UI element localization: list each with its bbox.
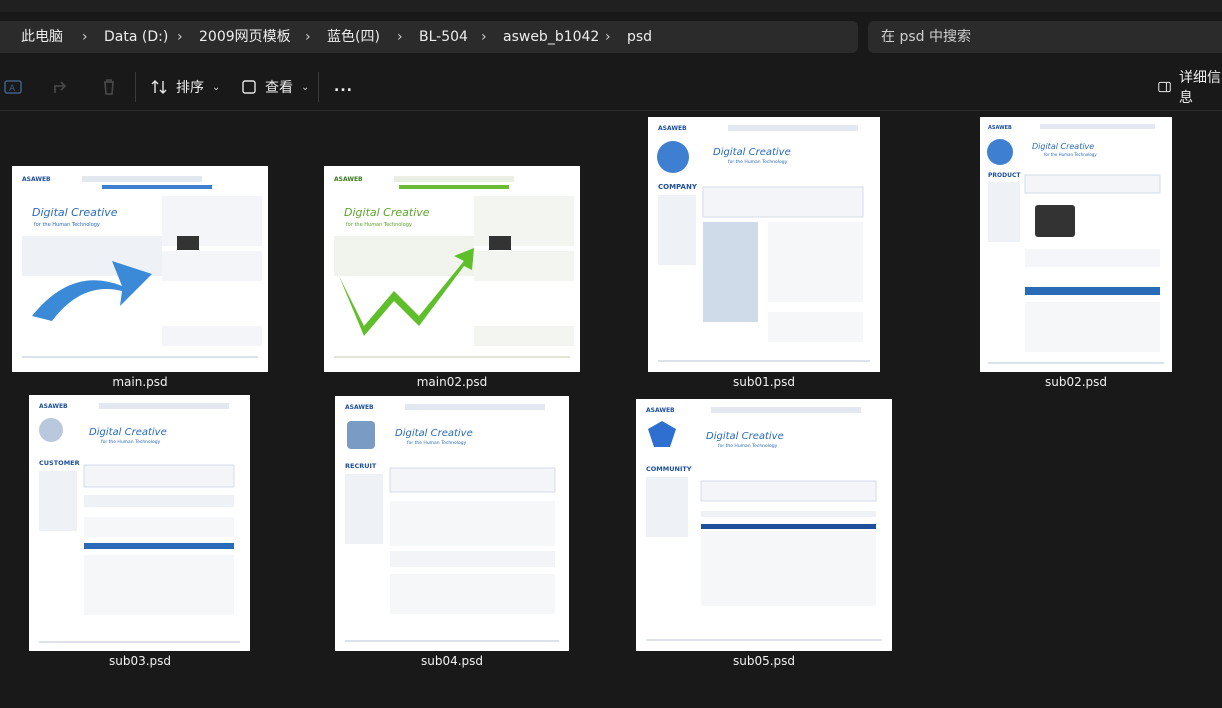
sort-button[interactable]: 排序 ⌄ <box>150 72 220 102</box>
chevron-down-icon: ⌄ <box>212 81 221 93</box>
svg-text:for the Human Technology: for the Human Technology <box>34 222 100 228</box>
breadcrumb-psd[interactable]: psd <box>627 21 652 53</box>
breadcrumb-this-pc[interactable]: 此电脑 <box>21 21 63 53</box>
chevron-right-icon: › <box>605 29 611 45</box>
svg-text:Digital Creative: Digital Creative <box>89 427 167 438</box>
svg-text:ASAWEB: ASAWEB <box>988 125 1012 131</box>
svg-text:ASAWEB: ASAWEB <box>22 176 51 183</box>
file-name: sub05.psd <box>732 654 796 668</box>
svg-text:ASAWEB: ASAWEB <box>345 404 374 411</box>
file-thumbnail: ASAWEB Digital Creative for the Human Te… <box>335 396 569 651</box>
svg-text:Digital Creative: Digital Creative <box>395 428 473 439</box>
chevron-down-icon: ⌄ <box>301 81 310 93</box>
file-thumbnail: ASAWEB Digital Creative for the Human Te… <box>980 117 1172 372</box>
rename-icon[interactable]: A <box>2 76 24 98</box>
svg-text:Digital Creative: Digital Creative <box>706 431 784 442</box>
address-bar[interactable]: 此电脑 › Data (D:) › 2009网页模板 › 蓝色(四) › BL-… <box>0 21 858 53</box>
svg-text:Digital Creative: Digital Creative <box>344 206 430 219</box>
svg-text:for the Human Technology: for the Human Technology <box>718 443 778 449</box>
delete-icon[interactable] <box>98 76 120 98</box>
svg-text:Digital Creative: Digital Creative <box>32 206 118 219</box>
sort-label: 排序 <box>176 80 204 96</box>
svg-text:ASAWEB: ASAWEB <box>646 407 675 414</box>
svg-text:for the Human Technology: for the Human Technology <box>407 440 467 446</box>
svg-text:for the Human Technology: for the Human Technology <box>101 439 161 445</box>
sort-icon <box>151 80 167 94</box>
more-options-button[interactable]: ... <box>334 72 353 102</box>
svg-text:RECRUIT: RECRUIT <box>345 462 377 470</box>
file-name: sub02.psd <box>1044 375 1108 389</box>
svg-text:COMMUNITY: COMMUNITY <box>646 465 692 473</box>
svg-text:A: A <box>9 84 16 94</box>
svg-text:Digital Creative: Digital Creative <box>713 147 791 158</box>
svg-text:for the Human Technology: for the Human Technology <box>728 159 788 165</box>
search-input[interactable] <box>881 21 1201 53</box>
details-pane-icon <box>1158 81 1171 93</box>
details-pane-button[interactable]: 详细信息 <box>1158 70 1222 106</box>
title-strip <box>0 0 1222 12</box>
file-thumbnail: ASAWEB Digital Creative for the Human Te… <box>29 395 250 651</box>
svg-text:PRODUCT: PRODUCT <box>988 172 1021 179</box>
svg-text:ASAWEB: ASAWEB <box>334 176 363 183</box>
breadcrumb-blue[interactable]: 蓝色(四) <box>327 21 380 53</box>
chevron-right-icon: › <box>177 29 183 45</box>
file-thumbnail: ASAWEB Digital Creative for the Human Te… <box>648 117 880 372</box>
chevron-right-icon: › <box>82 29 88 45</box>
chevron-right-icon: › <box>305 29 311 45</box>
svg-text:CUSTOMER: CUSTOMER <box>39 459 80 467</box>
view-button[interactable]: 查看 ⌄ <box>241 72 309 102</box>
view-label: 查看 <box>265 80 293 96</box>
svg-text:ASAWEB: ASAWEB <box>39 403 68 410</box>
view-icon <box>242 80 256 94</box>
file-thumbnail: ASAWEB Digital Creative for the Human Te… <box>324 166 580 372</box>
file-name: main02.psd <box>416 375 488 389</box>
svg-text:for the Human Technology: for the Human Technology <box>1044 152 1097 157</box>
breadcrumb-templates[interactable]: 2009网页模板 <box>199 21 291 53</box>
file-name: main.psd <box>112 375 168 389</box>
file-name: sub04.psd <box>420 654 484 668</box>
svg-text:ASAWEB: ASAWEB <box>658 125 687 132</box>
command-bar: A 排序 ⌄ 查看 ⌄ ... 详细信息 <box>0 64 1222 111</box>
svg-text:Digital Creative: Digital Creative <box>1032 142 1094 151</box>
details-label: 详细信息 <box>1179 70 1222 106</box>
breadcrumb-bl504[interactable]: BL-504 <box>419 21 468 53</box>
file-thumbnail: ASAWEB Digital Creative for the Human Te… <box>636 399 892 651</box>
search-box[interactable] <box>868 21 1222 53</box>
svg-text:for the Human Technology: for the Human Technology <box>346 222 412 228</box>
file-thumbnail: ASAWEB Digital Creative for the Human Te… <box>12 166 268 372</box>
breadcrumb-asweb[interactable]: asweb_b1042 <box>503 21 599 53</box>
file-name: sub01.psd <box>732 375 796 389</box>
breadcrumb-data-drive[interactable]: Data (D:) <box>104 21 168 53</box>
file-name: sub03.psd <box>108 654 172 668</box>
toolbar-divider <box>318 72 319 102</box>
chevron-right-icon: › <box>481 29 487 45</box>
toolbar-divider <box>135 72 136 102</box>
share-icon[interactable] <box>50 76 72 98</box>
chevron-right-icon: › <box>397 29 403 45</box>
svg-text:COMPANY: COMPANY <box>658 183 698 191</box>
